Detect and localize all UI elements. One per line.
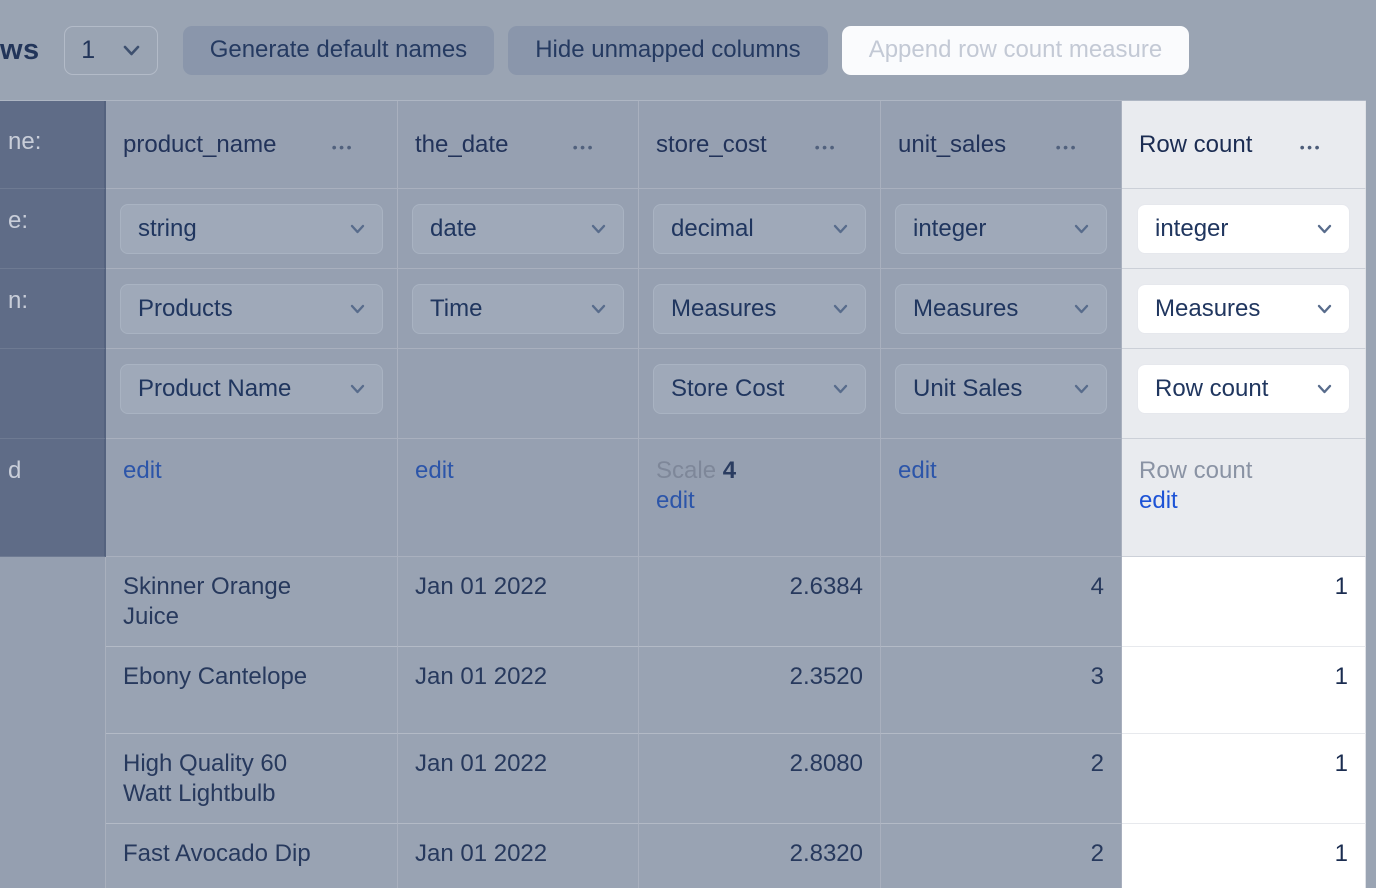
cell-the-date: Jan 01 2022 bbox=[398, 557, 639, 647]
chevron-down-icon bbox=[833, 224, 848, 234]
cell-the-date: Jan 01 2022 bbox=[398, 734, 639, 824]
edit-link-unit-sales[interactable]: edit bbox=[898, 456, 937, 486]
type-select-the-date[interactable]: date bbox=[412, 204, 624, 254]
preview-rows-label-clipped: ws bbox=[0, 34, 40, 67]
type-select-store-cost[interactable]: decimal bbox=[653, 204, 866, 254]
table-row-mappings: Product Name Store Cost Unit Sales Row c… bbox=[0, 349, 1366, 439]
measure-name-label: Row count bbox=[1139, 456, 1348, 486]
mapping-empty-the-date bbox=[398, 349, 639, 439]
column-mapping-table: ne: product_name ••• the_date ••• store_… bbox=[0, 100, 1366, 888]
chevron-down-icon bbox=[1317, 384, 1332, 394]
column-menu-icon[interactable]: ••• bbox=[332, 136, 354, 154]
cell-the-date: Jan 01 2022 bbox=[398, 824, 639, 888]
column-header-unit-sales: unit_sales ••• bbox=[881, 101, 1122, 189]
chevron-down-icon bbox=[591, 304, 606, 314]
column-header-the-date: the_date ••• bbox=[398, 101, 639, 189]
cell-unit-sales: 4 bbox=[881, 557, 1122, 647]
chevron-down-icon bbox=[350, 224, 365, 234]
edit-link-store-cost[interactable]: edit bbox=[656, 486, 695, 516]
dimension-select-product-name[interactable]: Products bbox=[120, 284, 383, 334]
chevron-down-icon bbox=[1317, 224, 1332, 234]
cell-row-count: 1 bbox=[1122, 824, 1366, 888]
column-menu-icon[interactable]: ••• bbox=[1056, 136, 1078, 154]
mapping-select-store-cost[interactable]: Store Cost bbox=[653, 364, 866, 414]
column-header-product-name: product_name ••• bbox=[106, 101, 398, 189]
chevron-down-icon bbox=[1074, 224, 1089, 234]
table-row: High Quality 60 Watt Lightbulb Jan 01 20… bbox=[0, 734, 1366, 824]
append-row-count-measure-button[interactable]: Append row count measure bbox=[842, 26, 1190, 75]
cell-product-name: Skinner Orange Juice bbox=[106, 557, 398, 647]
chevron-down-icon bbox=[350, 304, 365, 314]
chevron-down-icon bbox=[1074, 384, 1089, 394]
toolbar: ws 1 Generate default names Hide unmappe… bbox=[0, 0, 1376, 100]
mapping-select-unit-sales[interactable]: Unit Sales bbox=[895, 364, 1107, 414]
edit-link-the-date[interactable]: edit bbox=[415, 456, 454, 486]
column-header-label: store_cost bbox=[656, 131, 767, 159]
cell-row-count: 1 bbox=[1122, 647, 1366, 734]
table-row: Fast Avocado Dip Jan 01 2022 2.8320 2 1 bbox=[0, 824, 1366, 888]
type-select-row-count[interactable]: integer bbox=[1137, 204, 1350, 254]
cell-unit-sales: 2 bbox=[881, 734, 1122, 824]
scale-value: 4 bbox=[723, 457, 736, 484]
cell-unit-sales: 2 bbox=[881, 824, 1122, 888]
gutter-column-name-label: ne: bbox=[0, 101, 106, 189]
chevron-down-icon bbox=[123, 45, 140, 56]
gutter-spacer bbox=[0, 647, 106, 734]
table-row-dimensions: n: Products Time Measures Measures Measu… bbox=[0, 269, 1366, 349]
cell-store-cost: 2.3520 bbox=[639, 647, 881, 734]
type-select-product-name[interactable]: string bbox=[120, 204, 383, 254]
table-row-headers: ne: product_name ••• the_date ••• store_… bbox=[0, 101, 1366, 189]
column-menu-icon[interactable]: ••• bbox=[815, 136, 837, 154]
generate-default-names-button[interactable]: Generate default names bbox=[183, 26, 495, 75]
chevron-down-icon bbox=[350, 384, 365, 394]
table-row: Skinner Orange Juice Jan 01 2022 2.6384 … bbox=[0, 557, 1366, 647]
gutter-spacer bbox=[0, 734, 106, 824]
table-row: Ebony Cantelope Jan 01 2022 2.3520 3 1 bbox=[0, 647, 1366, 734]
cell-row-count: 1 bbox=[1122, 557, 1366, 647]
gutter-spacer bbox=[0, 824, 106, 888]
dimension-select-the-date[interactable]: Time bbox=[412, 284, 624, 334]
type-select-unit-sales[interactable]: integer bbox=[895, 204, 1107, 254]
column-header-label: product_name bbox=[123, 131, 276, 159]
chevron-down-icon bbox=[1317, 304, 1332, 314]
cell-store-cost: 2.8320 bbox=[639, 824, 881, 888]
column-header-row-count: Row count ••• bbox=[1122, 101, 1366, 189]
scale-info: Scale 4 bbox=[656, 456, 863, 486]
mapping-select-row-count[interactable]: Row count bbox=[1137, 364, 1350, 414]
column-header-label: Row count bbox=[1139, 131, 1252, 159]
cell-row-count: 1 bbox=[1122, 734, 1366, 824]
gutter-mapped-label: d bbox=[0, 439, 106, 557]
column-menu-icon[interactable]: ••• bbox=[1300, 136, 1322, 154]
dimension-select-store-cost[interactable]: Measures bbox=[653, 284, 866, 334]
hide-unmapped-columns-button[interactable]: Hide unmapped columns bbox=[508, 26, 828, 75]
table-row-edit: d edit edit Scale 4 edit edit Row count … bbox=[0, 439, 1366, 557]
column-header-store-cost: store_cost ••• bbox=[639, 101, 881, 189]
dimension-select-row-count[interactable]: Measures bbox=[1137, 284, 1350, 334]
cell-product-name: High Quality 60 Watt Lightbulb bbox=[106, 734, 398, 824]
preview-rows-select[interactable]: 1 bbox=[64, 26, 158, 75]
cell-unit-sales: 3 bbox=[881, 647, 1122, 734]
edit-link-product-name[interactable]: edit bbox=[123, 456, 162, 486]
gutter-mapping-label bbox=[0, 349, 106, 439]
chevron-down-icon bbox=[1074, 304, 1089, 314]
column-header-label: unit_sales bbox=[898, 131, 1006, 159]
cell-product-name: Ebony Cantelope bbox=[106, 647, 398, 734]
chevron-down-icon bbox=[591, 224, 606, 234]
column-menu-icon[interactable]: ••• bbox=[573, 136, 595, 154]
preview-rows-value: 1 bbox=[81, 36, 95, 65]
cell-the-date: Jan 01 2022 bbox=[398, 647, 639, 734]
cell-product-name: Fast Avocado Dip bbox=[106, 824, 398, 888]
dimension-select-unit-sales[interactable]: Measures bbox=[895, 284, 1107, 334]
cell-store-cost: 2.8080 bbox=[639, 734, 881, 824]
chevron-down-icon bbox=[833, 304, 848, 314]
gutter-dimension-label: n: bbox=[0, 269, 106, 349]
table-row-types: e: string date decimal integer integer bbox=[0, 189, 1366, 269]
edit-link-row-count[interactable]: edit bbox=[1139, 486, 1178, 516]
gutter-type-label: e: bbox=[0, 189, 106, 269]
gutter-spacer bbox=[0, 557, 106, 647]
chevron-down-icon bbox=[833, 384, 848, 394]
column-header-label: the_date bbox=[415, 131, 508, 159]
mapping-select-product-name[interactable]: Product Name bbox=[120, 364, 383, 414]
cell-store-cost: 2.6384 bbox=[639, 557, 881, 647]
